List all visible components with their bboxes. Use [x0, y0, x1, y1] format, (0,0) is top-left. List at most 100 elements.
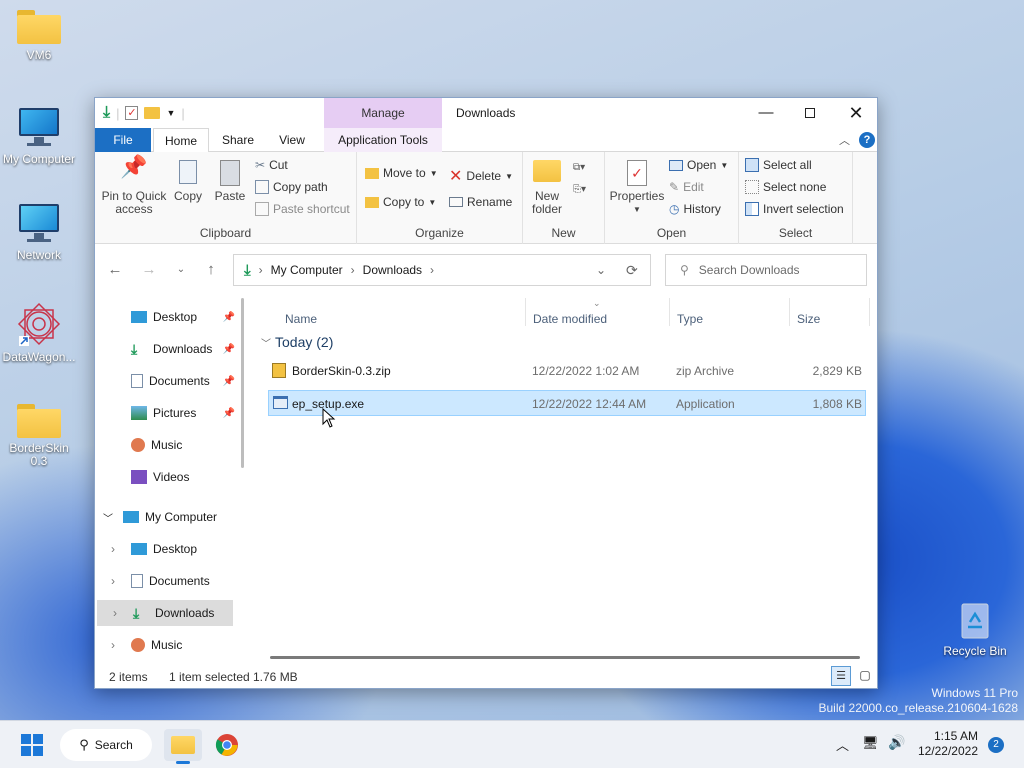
notification-badge[interactable]: 2: [988, 737, 1004, 753]
new-folder-button[interactable]: New folder: [529, 160, 565, 216]
column-header-size[interactable]: Size: [797, 312, 820, 326]
new-item-icon[interactable]: ⧉▾: [573, 162, 585, 173]
paste-shortcut-button[interactable]: Paste shortcut: [255, 202, 350, 216]
back-arrow-icon[interactable]: ←: [103, 258, 127, 282]
breadcrumb-chevron-icon[interactable]: ›: [430, 263, 434, 277]
nav-item-music[interactable]: Music: [95, 432, 235, 458]
group-new: New folder ⧉▾ ⎘▾ New: [523, 152, 605, 244]
nav-item-downloads[interactable]: ⤓ Downloads 📌: [95, 336, 235, 362]
rename-button[interactable]: Rename: [449, 195, 512, 209]
chevron-down-icon[interactable]: ﹀: [261, 339, 271, 350]
download-arrow-icon[interactable]: ⤓: [103, 104, 110, 122]
easy-access-icon[interactable]: ⎘▾: [573, 184, 586, 195]
collapse-ribbon-chevron-icon[interactable]: ︿: [839, 132, 850, 148]
taskbar-chrome[interactable]: [210, 729, 244, 761]
history-button[interactable]: ◷ History: [669, 202, 721, 216]
pin-to-quick-access-button[interactable]: 📌 Pin to Quick access: [101, 156, 167, 216]
network-status-icon[interactable]: 🖥: [862, 735, 879, 751]
recent-locations-chevron-icon[interactable]: ⌄: [169, 258, 193, 282]
nav-item-pictures[interactable]: Pictures 📌: [95, 400, 235, 426]
large-icons-view-icon[interactable]: ▢: [855, 666, 875, 686]
breadcrumb-chevron-icon[interactable]: ›: [351, 263, 355, 277]
up-arrow-icon[interactable]: ↑: [199, 258, 223, 282]
nav-item-desktop[interactable]: Desktop 📌: [95, 304, 235, 330]
address-bar[interactable]: ⤓ › My Computer › Downloads › ⌄ ⟳: [233, 254, 651, 286]
address-dropdown-icon[interactable]: ⌄: [596, 263, 606, 277]
desktop-icon-borderskin[interactable]: BorderSkin 0.3: [0, 404, 81, 468]
breadcrumb-downloads[interactable]: Downloads: [363, 263, 422, 277]
tab-share[interactable]: Share: [213, 128, 263, 152]
breadcrumb-chevron-icon[interactable]: ›: [259, 263, 263, 277]
tab-file[interactable]: File: [95, 128, 151, 152]
file-row-borderskin[interactable]: BorderSkin-0.3.zip 12/22/2022 1:02 AM zi…: [268, 358, 866, 384]
select-all-button[interactable]: Select all: [745, 158, 812, 172]
nav-item-music-child[interactable]: › Music: [95, 632, 235, 658]
edit-button[interactable]: ✎ Edit: [669, 180, 704, 194]
delete-button[interactable]: ✕ Delete ▼: [449, 166, 513, 186]
breadcrumb-my-computer[interactable]: My Computer: [271, 263, 343, 277]
column-separator[interactable]: [669, 298, 670, 326]
column-header-date-modified[interactable]: Date modified: [533, 312, 607, 326]
column-separator[interactable]: [869, 298, 870, 326]
refresh-icon[interactable]: ⟳: [626, 262, 638, 279]
chevron-right-icon[interactable]: ›: [113, 606, 133, 620]
chevron-down-icon[interactable]: ﹀: [103, 510, 123, 525]
show-hidden-icons-chevron-icon[interactable]: ︿: [836, 735, 849, 754]
tab-view[interactable]: View: [267, 128, 317, 152]
move-to-button[interactable]: Move to ▼: [365, 166, 438, 180]
desktop-icon-label: Network: [16, 248, 61, 262]
chevron-right-icon[interactable]: ›: [111, 638, 131, 652]
nav-item-documents[interactable]: Documents 📌: [95, 368, 235, 394]
desktop-icon-recycle-bin[interactable]: Recycle Bin: [933, 600, 1017, 658]
copy-to-button[interactable]: Copy to ▼: [365, 195, 436, 209]
file-row[interactable]: [269, 458, 867, 484]
copy-path-button[interactable]: Copy path: [255, 180, 328, 194]
chevron-right-icon[interactable]: ›: [111, 542, 131, 556]
cut-button[interactable]: ✂ Cut: [255, 158, 288, 172]
select-none-button[interactable]: Select none: [745, 180, 826, 194]
copy-button[interactable]: Copy: [171, 160, 205, 203]
nav-item-my-computer[interactable]: ﹀ My Computer: [95, 504, 235, 530]
customize-qat-chevron-icon[interactable]: ▼: [166, 108, 175, 118]
paste-button[interactable]: Paste: [213, 160, 247, 203]
clock[interactable]: 1:15 AM 12/22/2022: [916, 729, 978, 759]
nav-item-downloads-child[interactable]: › ⤓ Downloads: [97, 600, 233, 626]
open-button[interactable]: Open ▼: [669, 158, 728, 172]
nav-item-videos[interactable]: Videos: [95, 464, 235, 490]
desktop-icon-vm6[interactable]: VM6: [0, 10, 81, 62]
manage-contextual-tab[interactable]: Manage: [324, 98, 442, 128]
invert-selection-button[interactable]: Invert selection: [745, 202, 844, 216]
chevron-right-icon[interactable]: ›: [111, 574, 131, 588]
properties-button[interactable]: ✓ Properties ▼: [609, 160, 665, 216]
volume-icon[interactable]: 🔊: [888, 734, 905, 751]
desktop-icon-my-computer[interactable]: My Computer: [0, 108, 81, 166]
taskbar-search-button[interactable]: ⚲ Search: [60, 729, 152, 761]
nav-pane-scrollbar[interactable]: [241, 298, 244, 468]
column-separator[interactable]: [525, 298, 526, 326]
desktop-icon: [131, 311, 147, 323]
forward-arrow-icon[interactable]: →: [137, 258, 161, 282]
new-folder-icon[interactable]: [144, 107, 161, 119]
column-header-name[interactable]: Name: [285, 312, 317, 326]
properties-check-icon[interactable]: ✓: [125, 106, 139, 120]
help-icon[interactable]: ?: [859, 132, 875, 148]
nav-item-documents-child[interactable]: › Documents: [95, 568, 235, 594]
tab-home[interactable]: Home: [153, 128, 209, 153]
file-list-horizontal-scrollbar[interactable]: [270, 656, 860, 659]
group-header-today[interactable]: ﹀ Today (2): [261, 334, 333, 350]
tab-application-tools[interactable]: Application Tools: [324, 128, 442, 152]
details-view-icon[interactable]: ☰: [831, 666, 851, 686]
minimize-button[interactable]: —: [743, 98, 789, 128]
column-header-type[interactable]: Type: [677, 312, 703, 326]
desktop-icon-network[interactable]: Network: [0, 204, 81, 262]
column-separator[interactable]: [789, 298, 790, 326]
taskbar-file-explorer[interactable]: [164, 729, 202, 764]
nav-item-desktop-child[interactable]: › Desktop: [95, 536, 235, 562]
maximize-button[interactable]: [787, 98, 833, 128]
file-row-ep-setup[interactable]: ep_setup.exe 12/22/2022 12:44 AM Applica…: [268, 390, 866, 416]
desktop-icon-datawagon[interactable]: DataWagon...: [0, 302, 81, 364]
start-button[interactable]: [16, 729, 48, 761]
group-open: ✓ Properties ▼ Open ▼ ✎ Edit ◷ History Open: [605, 152, 739, 244]
search-box[interactable]: ⚲ Search Downloads: [665, 254, 867, 286]
close-button[interactable]: ✕: [833, 98, 879, 128]
